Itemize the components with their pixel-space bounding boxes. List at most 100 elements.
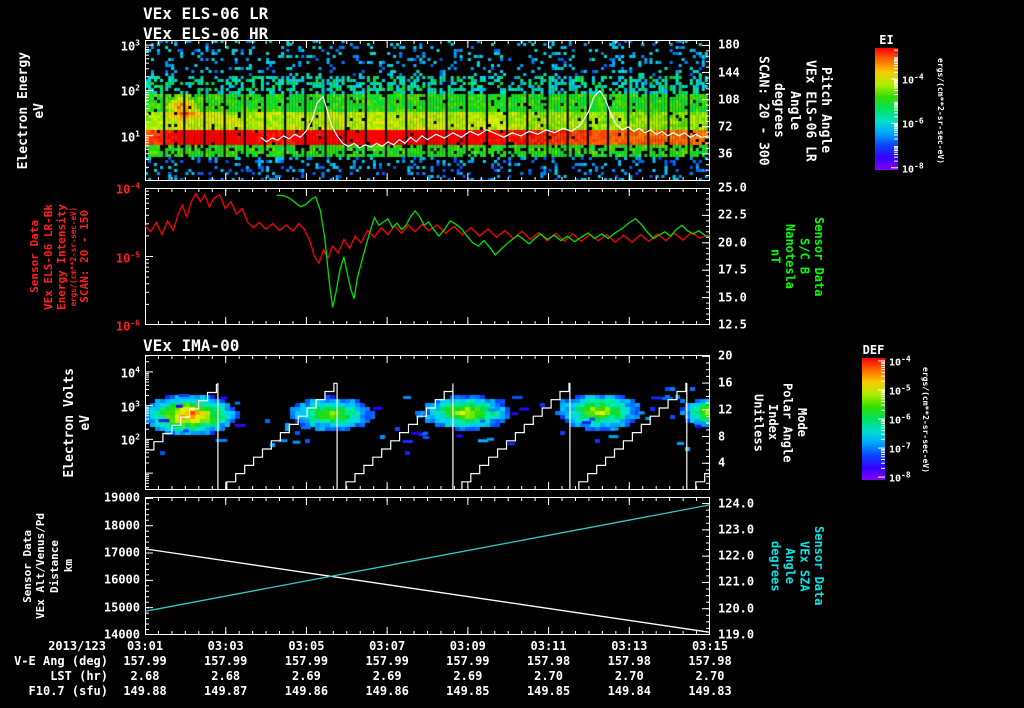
axis-label: eV [32, 102, 47, 119]
axis-label: degrees [768, 540, 783, 592]
panel3-title: VEx IMA-00 [143, 336, 240, 355]
right-tick-label: 20.0 [718, 235, 747, 250]
right-tick-label: 15.0 [718, 290, 747, 305]
right-tick-label: 8 [718, 429, 726, 444]
axis-label: Angle [786, 90, 802, 131]
ephemeris-panel [145, 497, 710, 635]
y-tick-label: 101 [120, 129, 140, 145]
intensity-bfield-panel [145, 188, 710, 325]
right-tick-label: 180 [718, 37, 740, 52]
colorbar-def [862, 358, 885, 480]
table-cell: 157.99 [204, 654, 248, 668]
time-label: 03:13 [611, 639, 648, 653]
right-tick-label: 121.0 [718, 574, 755, 589]
colorbar-def-units: ergs/(cm**2-sr-sec-eV) [919, 356, 931, 484]
axis-label: eV [78, 414, 93, 431]
ephemeris-axes [145, 497, 710, 635]
panel1-y-axis-title: Electron Energy eV [14, 40, 50, 181]
table-cell: 2.69 [291, 669, 321, 683]
table-cell: 149.88 [123, 684, 167, 698]
right-tick-label: 4 [718, 455, 726, 470]
colorbar-ticks [891, 49, 898, 169]
y-tick-label: 18000 [103, 518, 140, 533]
right-tick-label: 22.5 [718, 207, 747, 222]
axis-label: Sensor Data [27, 220, 41, 293]
right-tick-label: 144 [718, 65, 740, 80]
panel3-right-axis-title: Unitless Index Polar Angle Mode [750, 355, 810, 490]
panel2-right-axis-title: nT Nanotesla S/C B Sensor Data [768, 188, 826, 325]
time-label: 03:01 [126, 639, 164, 653]
colorbar-tick-label: 10-4 [889, 354, 911, 369]
right-tick-label: 25.0 [718, 180, 747, 195]
right-tick-label: 12.5 [718, 317, 747, 332]
time-label: 03:07 [369, 639, 406, 653]
axis-label: S/C B [797, 238, 812, 275]
right-tick-label: 108 [718, 92, 740, 107]
axis-label: Electron Energy [16, 51, 32, 170]
y-tick-label: 16000 [103, 572, 140, 587]
ima_spectrogram-axes [145, 355, 710, 490]
colorbar-tick-label: 10-6 [889, 412, 911, 427]
y-tick-label: 104 [120, 365, 140, 381]
colorbar-ei-title: EI [879, 33, 894, 47]
colorbar-tick-label: 10-7 [889, 441, 911, 456]
axis-label: Distance [48, 539, 61, 593]
colorbar-tick-label: 10-6 [902, 116, 924, 132]
table-cell: 149.83 [688, 684, 732, 698]
y-tick-label: 10-6 [115, 318, 140, 334]
els_pitch_spectrogram-axes [145, 40, 710, 181]
axis-label: VEx ELS-06 LR [802, 59, 818, 162]
axis-label: SCAN: 20 - 150 [78, 210, 92, 303]
table-cell: 2.70 [534, 669, 564, 683]
y-tick-label: 15000 [103, 600, 140, 615]
right-tick-label: 72 [718, 119, 733, 134]
colorbar-ei [875, 48, 898, 170]
axis-label: ergs/(cm**2-sr-sec-eV) [68, 206, 78, 307]
table-cell: 149.85 [446, 684, 490, 698]
y-tick-label: 102 [120, 432, 140, 448]
ima-spectrogram-panel [145, 355, 710, 490]
table-cell: 157.99 [284, 654, 329, 668]
table-cell: 149.86 [284, 684, 329, 698]
right-tick-label: 122.0 [718, 548, 755, 563]
panel1-right-axis-title: SCAN: 20 - 300 degrees Angle VEx ELS-06 … [755, 40, 834, 181]
colorbar-tick-label: 10-8 [889, 470, 911, 485]
time-label: 03:09 [449, 639, 486, 653]
y-tick-label: 19000 [103, 490, 140, 505]
table-cell: 157.99 [446, 654, 490, 668]
vex-quicklook-plot: VEx ELS-06 LR VEx ELS-06 HR VEx IMA-00 E… [0, 0, 1024, 708]
time-label: 03:15 [691, 639, 729, 653]
time-label: 03:05 [288, 639, 325, 653]
colorbar-tick-label: 10-5 [889, 383, 911, 398]
axis-label: VEx ELS-06 LR-Bk [41, 203, 55, 310]
date-label: 2013/123 [48, 639, 106, 653]
axis-label: Sensor Data [812, 526, 827, 606]
table-cell: 2.70 [614, 669, 644, 683]
table-cell: 157.98 [688, 654, 732, 668]
table-row-label: V-E Ang (deg) [14, 654, 108, 668]
table-row-label: LST (hr) [50, 669, 108, 683]
axis-label: Mode [795, 408, 810, 437]
axis-label: SCAN: 20 - 300 [755, 55, 771, 166]
colorbar-ticks [878, 360, 885, 478]
right-tick-label: 16 [718, 375, 733, 390]
colorbar-def-title: DEF [862, 343, 885, 357]
right-tick-label: 36 [718, 146, 733, 161]
y-tick-label: 10-4 [115, 181, 140, 197]
y-tick-label: 17000 [103, 545, 140, 560]
axis-label: Energy Intensity [55, 203, 69, 310]
axis-label: Sensor Data [812, 216, 827, 297]
y-tick-label: 103 [120, 399, 140, 415]
panel4-left-axis-title: Sensor Data VEx Alt/Venus/Pd Distance km [20, 497, 76, 635]
axis-label: degrees [771, 83, 787, 138]
colorbar-ei-units: ergs/(cm**2-sr-sec-eV) [934, 45, 946, 177]
colorbar-units-label: ergs/(cm**2-sr-sec-eV) [936, 58, 946, 164]
axis-label: Sensor Data [20, 529, 34, 603]
table-cell: 2.69 [372, 669, 402, 683]
axis-label: Unitless [751, 393, 766, 452]
els_intensity_and_B-axes [145, 188, 710, 325]
axis-label: VEx Alt/Venus/Pd [34, 513, 48, 619]
table-cell: 2.68 [130, 669, 160, 683]
table-row-label: F10.7 (sfu) [28, 684, 108, 698]
panel2-left-axis-title: Sensor Data VEx ELS-06 LR-Bk Energy Inte… [28, 188, 92, 325]
